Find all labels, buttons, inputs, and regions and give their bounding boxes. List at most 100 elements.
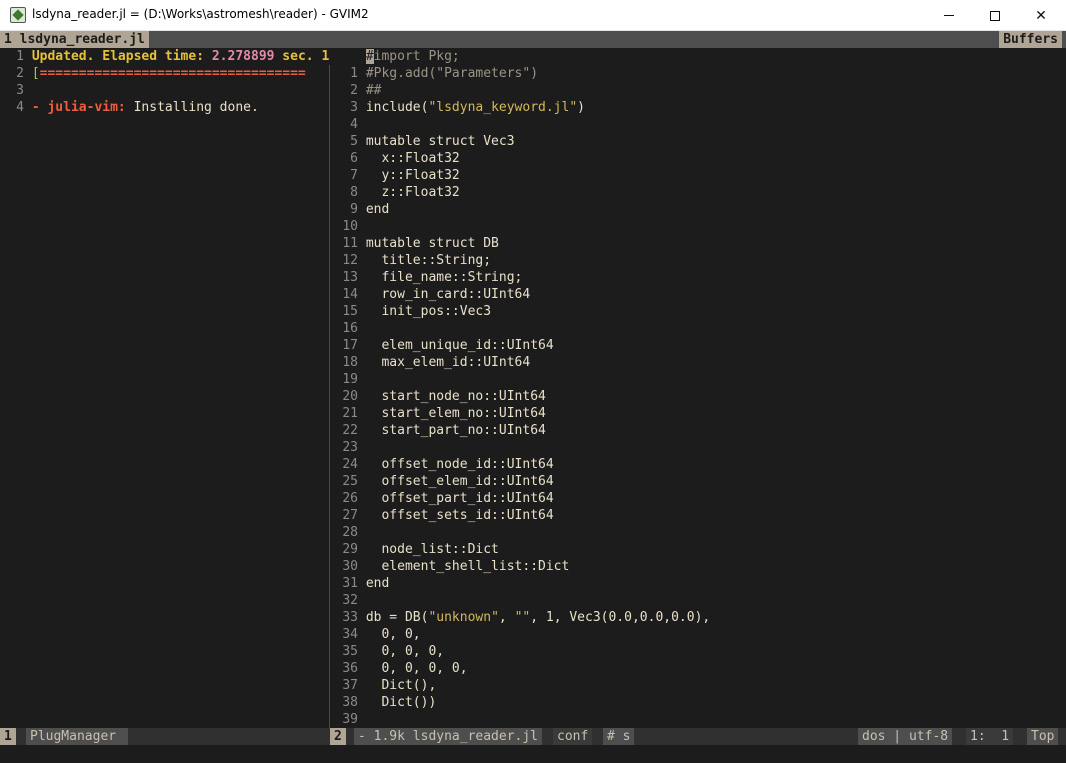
code-text: 2.278899	[211, 49, 275, 64]
code-text: start_node_no::UInt64	[365, 389, 546, 404]
right_pane-line[interactable]: 15 init_pos::Vec3	[330, 303, 491, 320]
line-number: 15	[342, 304, 358, 319]
code-text: mutable struct Vec3	[365, 134, 515, 149]
window-title: lsdyna_reader.jl = (D:\Works\astromesh\r…	[32, 7, 369, 21]
buffers-label[interactable]: Buffers	[999, 31, 1062, 48]
right_pane-line[interactable]: 17 elem_unique_id::UInt64	[330, 337, 553, 354]
right_pane-line[interactable]: #import Pkg;	[330, 48, 460, 65]
right_pane-line[interactable]: 10	[330, 218, 366, 235]
line-number: 21	[342, 406, 358, 421]
left_pane-line[interactable]: 4 - julia-vim: Installing done.	[0, 99, 259, 116]
right_pane-line[interactable]: 9 end	[330, 201, 389, 218]
cursor-position: 1: 1	[966, 728, 1014, 745]
line-number: 32	[342, 593, 358, 608]
code-text: offset_sets_id::UInt64	[365, 508, 554, 523]
encoding-indicator: dos | utf-8	[858, 728, 953, 745]
line-number: 19	[342, 372, 358, 387]
line-number: 28	[342, 525, 358, 540]
left_pane-line[interactable]: 3	[0, 82, 32, 99]
right_pane-line[interactable]: 18 max_elem_id::UInt64	[330, 354, 530, 371]
right_pane-line[interactable]: 31 end	[330, 575, 389, 592]
code-text: row_in_card::UInt64	[365, 287, 531, 302]
right_pane-line[interactable]: 19	[330, 371, 366, 388]
right_pane-line[interactable]: 24 offset_node_id::UInt64	[330, 456, 553, 473]
right_pane-line[interactable]: 16	[330, 320, 366, 337]
code-text: mutable struct DB	[365, 236, 499, 251]
tab-lsdyna-reader[interactable]: 1 lsdyna_reader.jl	[0, 31, 149, 48]
right_pane-line[interactable]: 30 element_shell_list::Dict	[330, 558, 569, 575]
right_pane-line[interactable]: 3 include("lsdyna_keyword.jl")	[330, 99, 585, 116]
line-number: 4	[350, 117, 358, 132]
right_pane-line[interactable]: 25 offset_elem_id::UInt64	[330, 473, 554, 490]
statusline: 1 PlugManager 2 - 1.9k lsdyna_reader.jl …	[0, 728, 1066, 745]
right-window-editor[interactable]: #import Pkg; 1 #Pkg.add("Parameters") 2 ##…	[330, 48, 1066, 728]
code-text: -	[31, 100, 48, 115]
close-button[interactable]: ✕	[1018, 0, 1064, 31]
line-number: 1	[350, 66, 358, 81]
code-text: element_shell_list::Dict	[365, 559, 570, 574]
code-text: offset_elem_id::UInt64	[365, 474, 554, 489]
code-text: sec.	[274, 49, 322, 64]
code-text: [	[31, 66, 40, 81]
right_pane-line[interactable]: 33 db = DB("unknown", "", 1, Vec3(0.0,0.…	[330, 609, 710, 626]
right_pane-line[interactable]: 2 ##	[330, 82, 381, 99]
right_pane-line[interactable]: 13 file_name::String;	[330, 269, 522, 286]
right_pane-line[interactable]: 1 #Pkg.add("Parameters")	[330, 65, 538, 82]
right_pane-line[interactable]: 34 0, 0,	[330, 626, 420, 643]
right_pane-line[interactable]: 23	[330, 439, 366, 456]
left_pane-line[interactable]: 1 Updated. Elapsed time: 2.278899 sec. 1	[0, 48, 329, 65]
right_pane-line[interactable]: 12 title::String;	[330, 252, 491, 269]
right_pane-line[interactable]: 11 mutable struct DB	[330, 235, 499, 252]
code-text: y::Float32	[365, 168, 460, 183]
right_pane-line[interactable]: 4	[330, 116, 366, 133]
right_pane-line[interactable]: 38 Dict())	[330, 694, 436, 711]
code-text: 0, 0, 0,	[365, 644, 445, 659]
code-text: end	[365, 202, 390, 217]
right_pane-line[interactable]: 26 offset_part_id::UInt64	[330, 490, 554, 507]
right_pane-line[interactable]: 29 node_list::Dict	[330, 541, 499, 558]
minimize-button[interactable]	[926, 0, 972, 31]
right_pane-line[interactable]: 32	[330, 592, 366, 609]
line-number: 20	[342, 389, 358, 404]
maximize-button[interactable]	[972, 0, 1018, 31]
line-number: 3	[16, 83, 24, 98]
right_pane-line[interactable]: 35 0, 0, 0,	[330, 643, 444, 660]
right_pane-line[interactable]: 14 row_in_card::UInt64	[330, 286, 530, 303]
left-window-name: PlugManager	[26, 728, 128, 745]
text-cursor: #	[365, 49, 374, 64]
line-number: 27	[342, 508, 358, 523]
code-text: ##	[365, 83, 382, 98]
line-number: 8	[350, 185, 358, 200]
right_pane-line[interactable]: 5 mutable struct Vec3	[330, 133, 515, 150]
code-text: include(	[365, 100, 429, 115]
code-text: end	[365, 576, 390, 591]
right_pane-line[interactable]: 28	[330, 524, 366, 541]
code-text: 0, 0, 0, 0,	[365, 661, 468, 676]
code-text: "unknown"	[428, 610, 499, 625]
command-line[interactable]	[0, 745, 1066, 763]
line-number: 35	[342, 644, 358, 659]
code-text: :	[196, 49, 212, 64]
left-window-plugmanager[interactable]: 1 Updated. Elapsed time: 2.278899 sec. 1…	[0, 48, 329, 728]
line-number: 18	[342, 355, 358, 370]
right_pane-line[interactable]: 7 y::Float32	[330, 167, 460, 184]
right_pane-line[interactable]: 20 start_node_no::UInt64	[330, 388, 546, 405]
right_pane-line[interactable]: 36 0, 0, 0, 0,	[330, 660, 468, 677]
left_pane-line[interactable]: 2 [==================================	[0, 65, 306, 82]
right_pane-line[interactable]: 6 x::Float32	[330, 150, 460, 167]
code-text: start_elem_no::UInt64	[365, 406, 546, 421]
vim-editor[interactable]: 1 lsdyna_reader.jl Buffers 1 Updated. El…	[0, 31, 1066, 763]
right_pane-line[interactable]: 8 z::Float32	[330, 184, 460, 201]
line-number: 22	[342, 423, 358, 438]
right_pane-line[interactable]: 22 start_part_no::UInt64	[330, 422, 546, 439]
right_pane-line[interactable]: 27 offset_sets_id::UInt64	[330, 507, 554, 524]
window-titlebar[interactable]: lsdyna_reader.jl = (D:\Works\astromesh\r…	[0, 0, 1066, 31]
line-number: 2	[16, 66, 24, 81]
line-number: 33	[342, 610, 358, 625]
code-text: )	[577, 100, 585, 115]
code-text: offset_part_id::UInt64	[365, 491, 554, 506]
right_pane-line[interactable]: 39	[330, 711, 366, 728]
right_pane-line[interactable]: 37 Dict(),	[330, 677, 436, 694]
right_pane-line[interactable]: 21 start_elem_no::UInt64	[330, 405, 546, 422]
line-number: 37	[342, 678, 358, 693]
